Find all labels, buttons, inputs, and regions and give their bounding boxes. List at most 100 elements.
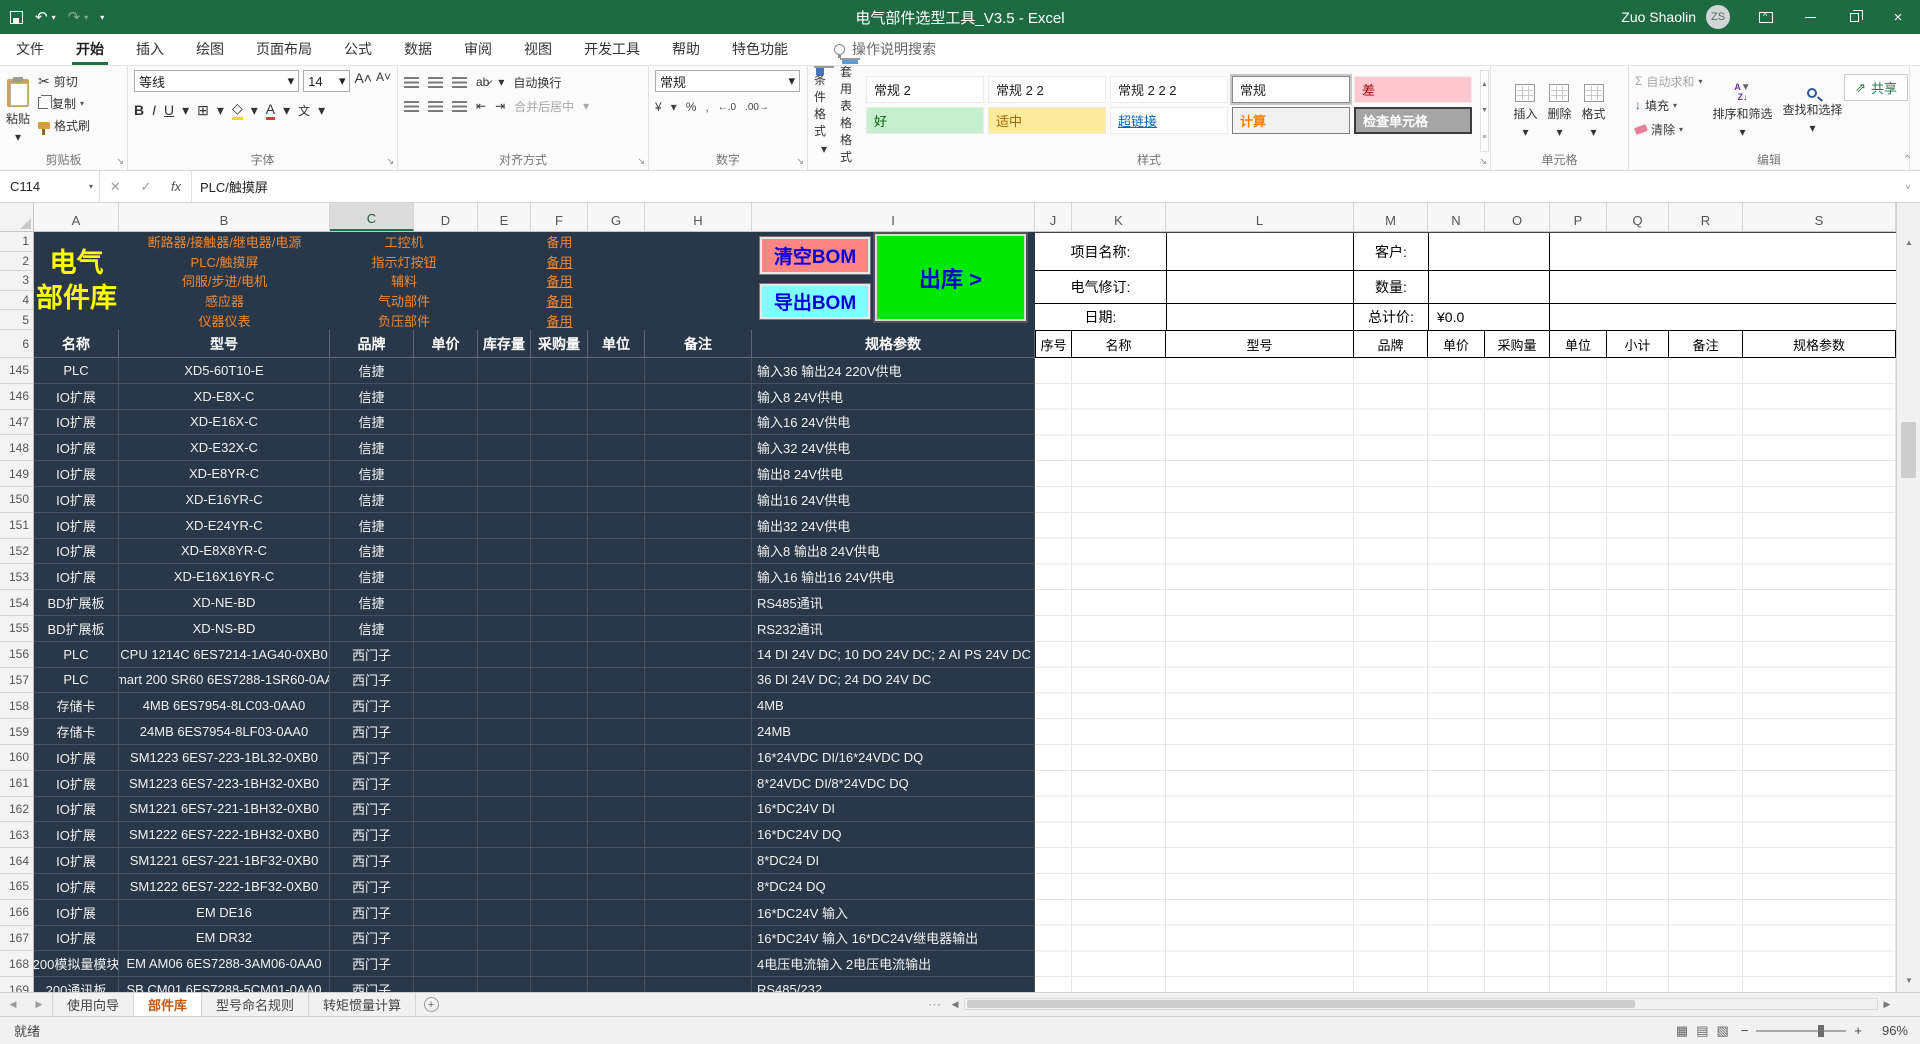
cell-name[interactable]: 存储卡 xyxy=(34,719,119,745)
cell-stock[interactable] xyxy=(478,435,531,461)
row-header[interactable]: 160 xyxy=(0,745,34,771)
cell-purchase-qty[interactable] xyxy=(531,410,588,436)
cell-spec[interactable]: 36 DI 24V DC; 24 DO 24V DC xyxy=(752,668,1035,694)
cell-brand[interactable]: 信捷 xyxy=(330,616,414,642)
category-link-c[interactable]: 工控机 xyxy=(330,232,478,251)
cell-remark[interactable] xyxy=(645,590,752,616)
ribbon-tab[interactable]: 开发工具 xyxy=(568,33,656,65)
cell-price[interactable] xyxy=(414,771,478,797)
page-break-view-icon[interactable]: ▧ xyxy=(1717,1023,1729,1039)
right-header-cell[interactable]: 小计 xyxy=(1607,330,1669,358)
row-header[interactable]: 167 xyxy=(0,926,34,952)
cell-unit[interactable] xyxy=(588,874,645,900)
cell-spec[interactable]: 16*24VDC DI/16*24VDC DQ xyxy=(752,745,1035,771)
date-field[interactable] xyxy=(1166,304,1354,330)
cell-unit[interactable] xyxy=(588,590,645,616)
cell-remark[interactable] xyxy=(645,797,752,823)
copy-button[interactable]: 复制▾ xyxy=(38,92,90,114)
align-left-icon[interactable] xyxy=(404,101,419,112)
cell-unit[interactable] xyxy=(588,564,645,590)
cell-style-swatch[interactable]: 常规 xyxy=(1232,76,1350,103)
avatar[interactable]: ZS xyxy=(1706,5,1730,29)
cell-brand[interactable]: 西门子 xyxy=(330,745,414,771)
cell-stock[interactable] xyxy=(478,616,531,642)
row-header[interactable]: 166 xyxy=(0,900,34,926)
left-header-cell[interactable]: 型号 xyxy=(119,330,330,358)
sheet-tab[interactable]: 转矩惯量计算 xyxy=(309,993,416,1016)
accounting-format-icon[interactable]: ¥ xyxy=(655,100,662,114)
cell-price[interactable] xyxy=(414,513,478,539)
ribbon-tab[interactable]: 数据 xyxy=(388,33,448,65)
number-format-combo[interactable]: 常规▾ xyxy=(655,70,800,92)
row-header[interactable]: 159 xyxy=(0,719,34,745)
right-header-cell[interactable]: 品牌 xyxy=(1354,330,1428,358)
row-header[interactable]: 158 xyxy=(0,693,34,719)
paste-button[interactable]: 粘贴 ▾ xyxy=(6,70,30,152)
cell-brand[interactable]: 西门子 xyxy=(330,771,414,797)
row-header[interactable]: 2 xyxy=(0,252,34,272)
cell-stock[interactable] xyxy=(478,513,531,539)
horizontal-scrollbar[interactable]: ◀ ▶ xyxy=(946,992,1896,1016)
row-header[interactable]: 162 xyxy=(0,797,34,823)
align-center-icon[interactable] xyxy=(428,101,443,112)
cell-price[interactable] xyxy=(414,874,478,900)
cell-model[interactable]: XD-E8YR-C xyxy=(119,461,330,487)
column-header[interactable]: H xyxy=(645,203,752,231)
cell-brand[interactable]: 西门子 xyxy=(330,977,414,992)
cell-price[interactable] xyxy=(414,668,478,694)
cell-unit[interactable] xyxy=(588,745,645,771)
cell-remark[interactable] xyxy=(645,384,752,410)
column-header[interactable]: B xyxy=(119,203,330,231)
cell-purchase-qty[interactable] xyxy=(531,926,588,952)
cell-brand[interactable]: 西门子 xyxy=(330,642,414,668)
cell-stock[interactable] xyxy=(478,539,531,565)
cell-spec[interactable]: RS232通讯 xyxy=(752,616,1035,642)
shrink-font-button[interactable]: A˅ xyxy=(376,70,391,92)
cell-name[interactable]: BD扩展板 xyxy=(34,590,119,616)
category-link-b[interactable]: 断路器/接触器/继电器/电源 xyxy=(119,232,330,251)
zoom-slider[interactable] xyxy=(1756,1030,1846,1032)
cell-brand[interactable]: 西门子 xyxy=(330,797,414,823)
cell-purchase-qty[interactable] xyxy=(531,539,588,565)
cell-brand[interactable]: 信捷 xyxy=(330,410,414,436)
cell-name[interactable]: IO扩展 xyxy=(34,848,119,874)
cell-name[interactable]: PLC xyxy=(34,358,119,384)
cell-stock[interactable] xyxy=(478,900,531,926)
column-header[interactable]: R xyxy=(1669,203,1743,231)
name-box[interactable]: C114 ▾ xyxy=(0,171,100,202)
cell-remark[interactable] xyxy=(645,745,752,771)
tab-scroll-left-icon[interactable]: ◀ xyxy=(10,999,17,1010)
cell-purchase-qty[interactable] xyxy=(531,848,588,874)
cell-price[interactable] xyxy=(414,926,478,952)
row-header[interactable]: 152 xyxy=(0,539,34,565)
cell-spec[interactable]: 16*DC24V 输入 16*DC24V继电器输出 xyxy=(752,926,1035,952)
enter-entry-icon[interactable]: ✓ xyxy=(140,179,151,195)
cell-unit[interactable] xyxy=(588,693,645,719)
cell-style-swatch[interactable]: 适中 xyxy=(988,107,1106,134)
cell-remark[interactable] xyxy=(645,874,752,900)
cell-brand[interactable]: 信捷 xyxy=(330,539,414,565)
cut-button[interactable]: ✂剪切 xyxy=(38,70,90,92)
cell-model[interactable]: SM1223 6ES7-223-1BH32-0XB0 xyxy=(119,771,330,797)
cell-purchase-qty[interactable] xyxy=(531,616,588,642)
cell-brand[interactable]: 信捷 xyxy=(330,564,414,590)
paste-dropdown-icon[interactable]: ▾ xyxy=(15,130,21,144)
cell-brand[interactable]: 信捷 xyxy=(330,358,414,384)
format-as-table-button[interactable]: 套用 表格格式 xyxy=(840,70,860,152)
cell-stock[interactable] xyxy=(478,384,531,410)
cell-price[interactable] xyxy=(414,848,478,874)
row-header[interactable]: 145 xyxy=(0,358,34,384)
cell-unit[interactable] xyxy=(588,848,645,874)
category-link-b[interactable]: PLC/触摸屏 xyxy=(119,252,330,271)
category-link-b[interactable]: 仪器仪表 xyxy=(119,311,330,330)
cell-spec[interactable]: 8*DC24 DI xyxy=(752,848,1035,874)
row-header[interactable]: 169 xyxy=(0,977,34,992)
cell-style-swatch[interactable]: 常规 2 2 2 xyxy=(1110,76,1228,103)
left-header-cell[interactable]: 名称 xyxy=(34,330,119,358)
cell-purchase-qty[interactable] xyxy=(531,435,588,461)
cell-price[interactable] xyxy=(414,461,478,487)
format-painter-button[interactable]: 格式刷 xyxy=(38,114,90,136)
cell-purchase-qty[interactable] xyxy=(531,590,588,616)
row-header[interactable]: 157 xyxy=(0,668,34,694)
cell-style-swatch[interactable]: 常规 2 2 xyxy=(988,76,1106,103)
